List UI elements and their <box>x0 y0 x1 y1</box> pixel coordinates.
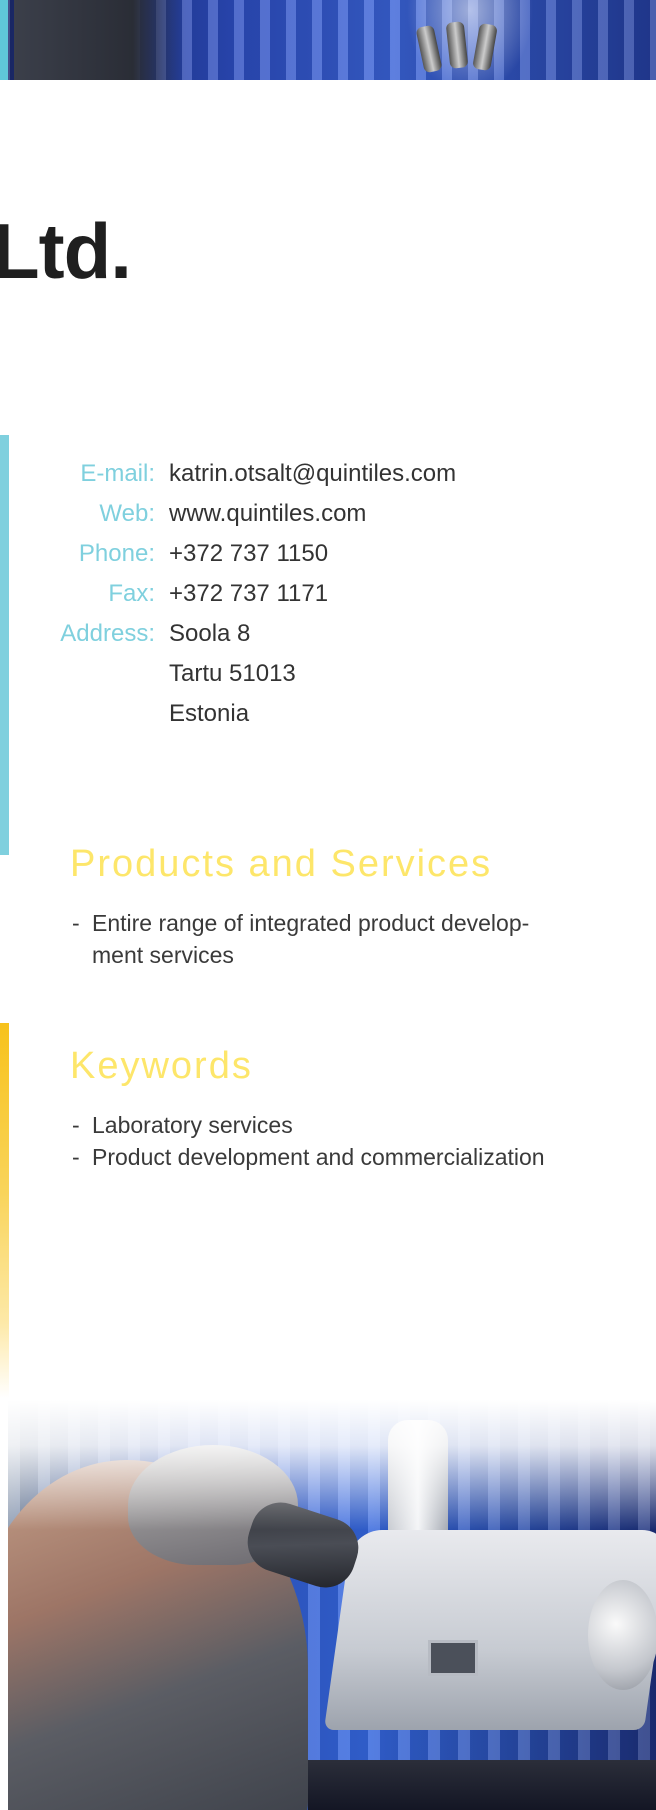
yellow-accent-bar <box>0 1023 9 1398</box>
email-value[interactable]: katrin.otsalt@quintiles.com <box>169 460 456 488</box>
web-label: Web: <box>99 500 155 527</box>
email-label: E-mail: <box>80 460 155 487</box>
phone-label: Phone: <box>78 540 155 567</box>
objective-lens <box>445 21 469 69</box>
microscope-stage <box>308 1760 656 1810</box>
bottom-scientist-photo <box>8 1400 656 1810</box>
list-item: Product development and commercializatio… <box>72 1141 632 1173</box>
top-microscope-photo <box>0 0 656 80</box>
microscope-display <box>428 1640 478 1676</box>
phone-value: +372 737 1150 <box>169 540 329 567</box>
products-heading: Products and Services <box>70 843 493 885</box>
products-list: Entire range of integrated product devel… <box>72 907 572 971</box>
photo-shadow-area <box>14 0 184 80</box>
fax-label: Fax: <box>108 580 155 607</box>
web-value[interactable]: www.quintiles.com <box>169 500 366 528</box>
address-label: Address: <box>60 620 155 647</box>
keywords-heading: Keywords <box>70 1045 253 1087</box>
address-row: Address: Soola 8 <box>0 620 656 656</box>
keywords-list: Laboratory services Product development … <box>72 1109 632 1173</box>
web-row: Web: www.quintiles.com <box>0 500 656 536</box>
address-line: Estonia <box>169 700 250 727</box>
photo-top-fade <box>8 1400 656 1530</box>
fax-row: Fax: +372 737 1171 <box>0 580 656 616</box>
objective-lens <box>472 22 498 72</box>
phone-row: Phone: +372 737 1150 <box>0 540 656 576</box>
company-title-fragment: Ltd. <box>0 207 132 295</box>
fax-value: +372 737 1171 <box>169 580 329 607</box>
address-row: Tartu 51013 <box>0 660 656 696</box>
address-line: Tartu 51013 <box>169 660 296 687</box>
address-line: Soola 8 <box>169 620 251 647</box>
microscope-focus-knob <box>588 1580 656 1690</box>
cyan-edge-strip <box>0 0 8 80</box>
objective-lens <box>415 24 443 74</box>
address-row: Estonia <box>0 700 656 736</box>
email-row: E-mail: katrin.otsalt@quintiles.com <box>0 460 656 496</box>
list-item: Laboratory services <box>72 1109 632 1141</box>
list-item: Entire range of integrated product devel… <box>72 907 572 971</box>
